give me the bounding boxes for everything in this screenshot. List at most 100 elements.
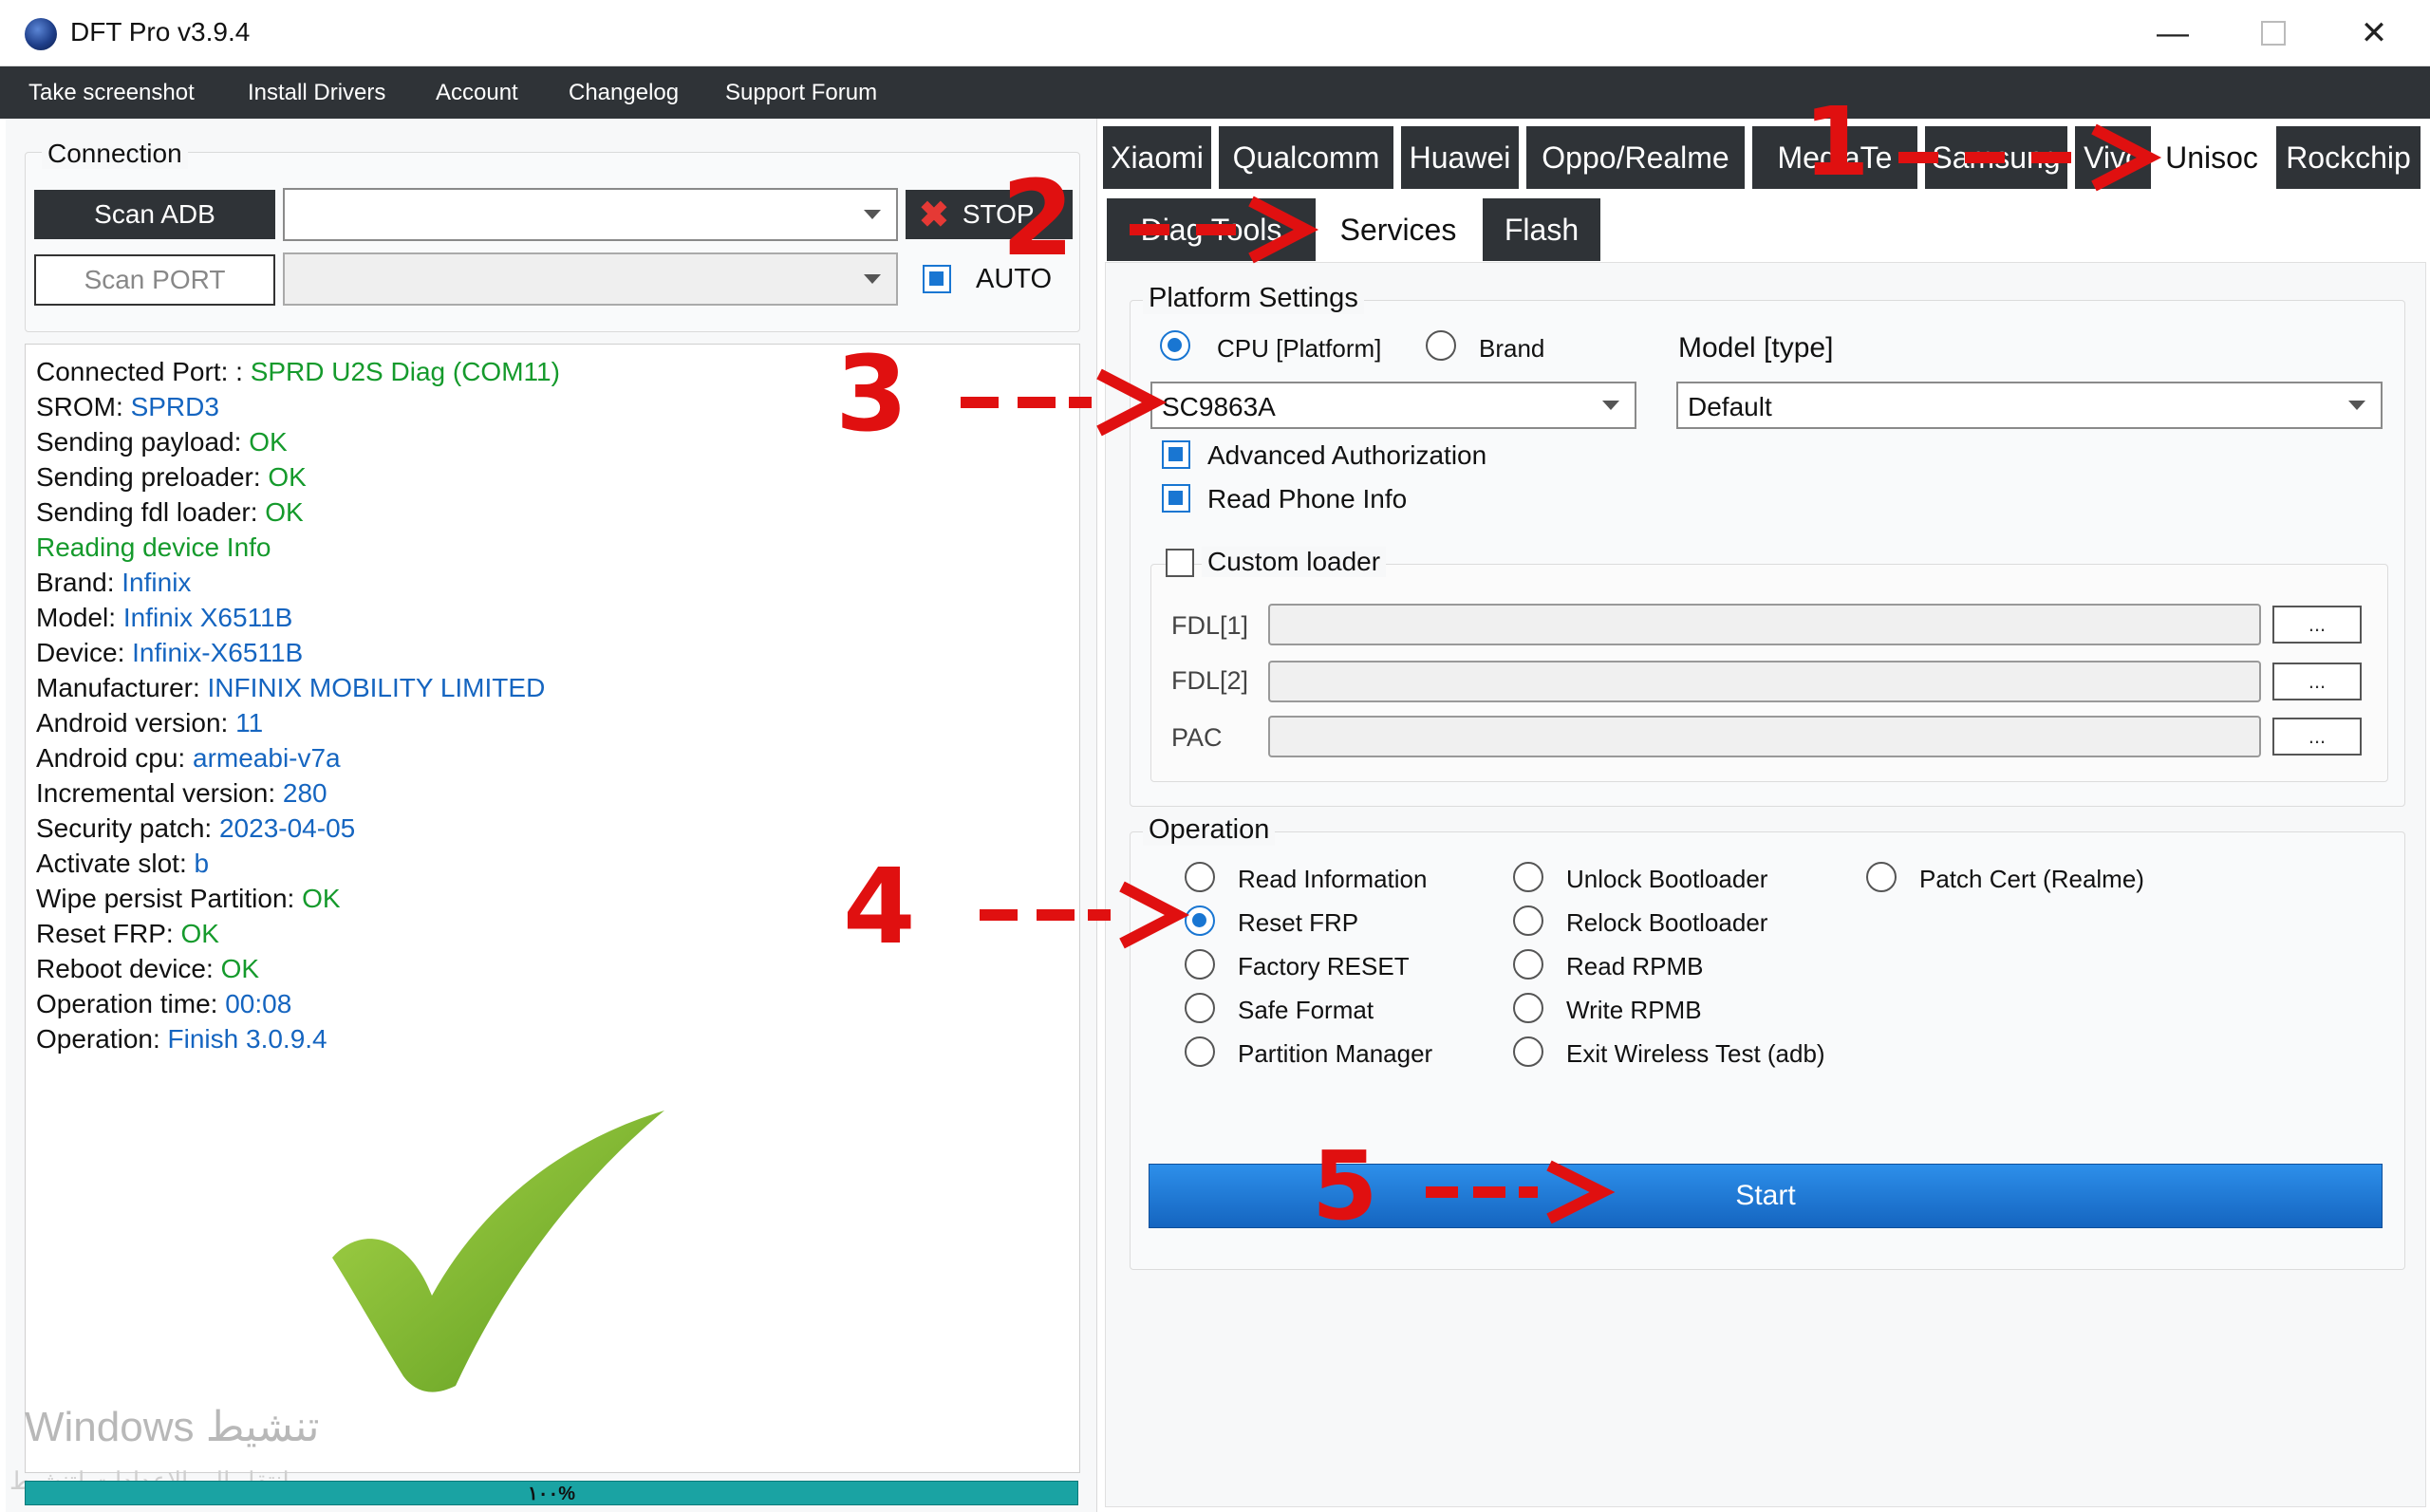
operation-radio[interactable] [1513,993,1543,1023]
read-phone-info-checkbox[interactable] [1162,484,1190,513]
log-label: Reset FRP: [36,919,181,948]
log-line: Android cpu: armeabi-v7a [36,743,341,774]
operation-radio[interactable] [1185,905,1215,936]
cpu-platform-radio[interactable] [1160,330,1190,361]
read-phone-info-label: Read Phone Info [1207,484,1408,513]
operation-radio[interactable] [1513,862,1543,892]
step-5-dash [1519,1186,1538,1198]
model-select-value: Default [1688,392,1772,421]
log-value: 11 [235,708,264,737]
log-value: Infinix-X6511B [132,638,304,667]
tab-rockchip[interactable]: Rockchip [2276,126,2421,189]
log-label: Reboot device: [36,954,221,983]
operation-label: Reset FRP [1238,908,1359,937]
log-line: Operation time: 00:08 [36,989,291,1019]
operation-label: Factory RESET [1238,952,1410,980]
pac-label: PAC [1171,723,1223,752]
fdl2-input[interactable] [1268,661,2261,702]
auto-checkbox[interactable] [923,265,951,293]
log-label: Brand: [36,568,122,597]
chevron-down-icon [864,210,881,219]
operation-radio[interactable] [1185,1036,1215,1067]
custom-loader-checkbox[interactable] [1166,549,1194,577]
log-line: Reset FRP: OK [36,919,219,949]
subtab-services[interactable]: Services [1321,198,1475,261]
title-bar [0,0,2430,66]
log-line: Reboot device: OK [36,954,259,984]
cpu-platform-label: CPU [Platform] [1217,334,1382,363]
log-value: Infinix [122,568,192,597]
step-1-dash [2031,152,2071,163]
menu-install-drivers[interactable]: Install Drivers [248,66,385,119]
scan-adb-button[interactable]: Scan ADB [34,190,275,239]
log-line: Wipe persist Partition: OK [36,884,341,914]
log-line: Activate slot: b [36,849,209,879]
window-title: DFT Pro v3.9.4 [70,17,251,47]
model-select[interactable]: Default [1676,382,2383,429]
log-value: Finish 3.0.9.4 [167,1024,327,1054]
log-label: Connected Port: : [36,357,251,386]
fdl1-input[interactable] [1268,604,2261,645]
port-select[interactable] [283,252,898,306]
subtab-flash[interactable]: Flash [1483,198,1600,261]
operation-label: Partition Manager [1238,1039,1433,1068]
operation-label: Exit Wireless Test (adb) [1566,1039,1825,1068]
tab-huawei[interactable]: Huawei [1401,126,1519,189]
log-value: armeabi-v7a [193,743,341,773]
log-line: SROM: SPRD3 [36,392,219,422]
progress-bar: ١٠٠% [25,1481,1078,1505]
step-5-dash [1426,1186,1458,1198]
operation-radio[interactable] [1866,862,1897,892]
log-value: Reading device Info [36,532,271,562]
operation-label: Write RPMB [1566,996,1702,1024]
tab-xiaomi[interactable]: Xiaomi [1103,126,1211,189]
log-value: INFINIX MOBILITY LIMITED [207,673,546,702]
platform-settings-title: Platform Settings [1143,283,1364,314]
menu-take-screenshot[interactable]: Take screenshot [28,66,195,119]
menu-support-forum[interactable]: Support Forum [725,66,877,119]
operation-radio[interactable] [1513,949,1543,980]
fdl1-browse-button[interactable]: ... [2272,606,2362,644]
operation-radio[interactable] [1513,905,1543,936]
menu-changelog[interactable]: Changelog [569,66,679,119]
log-line: Brand: Infinix [36,568,191,598]
operation-radio[interactable] [1185,949,1215,980]
scan-port-button[interactable]: Scan PORT [34,254,275,306]
pac-input[interactable] [1268,716,2261,757]
step-3-arrow-icon [1096,368,1168,437]
step-4-dash [1037,909,1075,921]
step-2-marker: 2 [1001,158,1075,279]
menu-account[interactable]: Account [436,66,518,119]
operation-label: Patch Cert (Realme) [1919,865,2144,893]
advanced-authorization-checkbox[interactable] [1162,440,1190,469]
tab-oppo-realme[interactable]: Oppo/Realme [1526,126,1745,189]
app-logo-icon [25,18,57,50]
step-1-arrow-icon [2091,123,2162,192]
maximize-icon[interactable] [2240,8,2307,59]
log-value: OK [265,497,304,527]
fdl2-browse-button[interactable]: ... [2272,663,2362,700]
brand-radio[interactable] [1426,330,1456,361]
operation-radio[interactable] [1513,1036,1543,1067]
operation-radio[interactable] [1185,862,1215,892]
minimize-icon[interactable]: — [2140,8,2206,59]
log-label: Device: [36,638,133,667]
adb-device-select[interactable] [283,188,898,241]
log-line: Sending payload: OK [36,427,288,457]
stop-x-icon: ✖ [919,195,949,235]
operation-label: Safe Format [1238,996,1374,1024]
operation-label: Read RPMB [1566,952,1704,980]
log-label: Operation time: [36,989,226,1018]
close-icon[interactable]: ✕ [2341,8,2407,59]
log-label: Wipe persist Partition: [36,884,303,913]
brand-label: Brand [1479,334,1545,363]
success-check-icon [332,1111,664,1392]
log-line: Connected Port: : SPRD U2S Diag (COM11) [36,357,560,387]
operation-radio[interactable] [1185,993,1215,1023]
log-value: SPRD3 [130,392,219,421]
log-line: Model: Infinix X6511B [36,603,292,633]
cpu-select[interactable]: SC9863A [1150,382,1636,429]
tab-qualcomm[interactable]: Qualcomm [1219,126,1393,189]
tab-unisoc[interactable]: Unisoc [2155,126,2269,189]
pac-browse-button[interactable]: ... [2272,718,2362,756]
